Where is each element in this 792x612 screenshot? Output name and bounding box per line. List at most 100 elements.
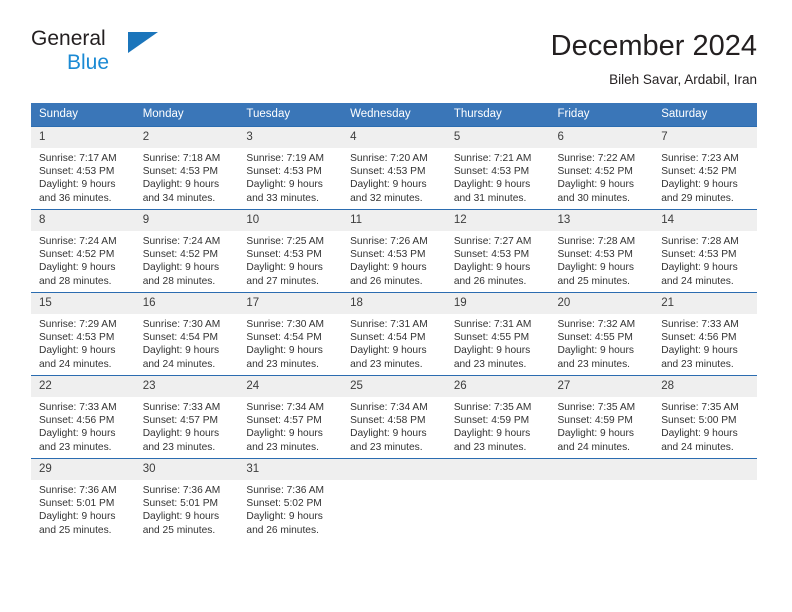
day-cell[interactable]: 5 Sunrise: 7:21 AM Sunset: 4:53 PM Dayli…	[445, 126, 550, 210]
day-number: 27	[549, 376, 654, 397]
day-details: Sunrise: 7:27 AM Sunset: 4:53 PM Dayligh…	[446, 231, 550, 288]
daylight-text-line1: Daylight: 9 hours	[453, 179, 531, 191]
day-cell[interactable]: 14 Sunrise: 7:28 AM Sunset: 4:53 PM Dayl…	[653, 209, 757, 293]
day-details: Sunrise: 7:23 AM Sunset: 4:52 PM Dayligh…	[653, 148, 757, 205]
daylight-text-line2: and 29 minutes.	[661, 192, 734, 204]
day-cell[interactable]: 26 Sunrise: 7:35 AM Sunset: 4:59 PM Dayl…	[445, 375, 550, 459]
sunrise-text: Sunrise: 7:33 AM	[142, 402, 221, 413]
daylight-text-line2: and 30 minutes.	[557, 192, 631, 204]
day-cell[interactable]: 28 Sunrise: 7:35 AM Sunset: 5:00 PM Dayl…	[653, 375, 757, 459]
sunrise-text: Sunrise: 7:23 AM	[661, 153, 739, 164]
day-cell[interactable]: 24 Sunrise: 7:34 AM Sunset: 4:57 PM Dayl…	[238, 375, 343, 459]
sunrise-text: Sunrise: 7:35 AM	[557, 402, 636, 413]
day-number: 25	[342, 376, 446, 397]
day-details: Sunrise: 7:34 AM Sunset: 4:57 PM Dayligh…	[238, 397, 342, 454]
sunset-text: Sunset: 4:59 PM	[557, 415, 633, 427]
day-details: Sunrise: 7:19 AM Sunset: 4:53 PM Dayligh…	[238, 148, 342, 205]
day-cell[interactable]: 27 Sunrise: 7:35 AM Sunset: 4:59 PM Dayl…	[549, 375, 654, 459]
weekday-header-tuesday: Tuesday	[238, 103, 343, 127]
day-details: Sunrise: 7:24 AM Sunset: 4:52 PM Dayligh…	[135, 231, 239, 288]
sunrise-sunset-calendar: Sunday Monday Tuesday Wednesday Thursday…	[31, 103, 757, 542]
day-details	[446, 480, 550, 484]
daylight-text-line1: Daylight: 9 hours	[246, 428, 323, 440]
day-cell-empty	[549, 458, 654, 542]
calendar-week-row: 15 Sunrise: 7:29 AM Sunset: 4:53 PM Dayl…	[31, 292, 757, 376]
day-number: 10	[238, 210, 343, 231]
sunset-text: Sunset: 5:02 PM	[246, 498, 322, 510]
day-details: Sunrise: 7:22 AM Sunset: 4:52 PM Dayligh…	[550, 148, 654, 205]
day-cell[interactable]: 9 Sunrise: 7:24 AM Sunset: 4:52 PM Dayli…	[134, 209, 239, 293]
day-cell[interactable]: 1 Sunrise: 7:17 AM Sunset: 4:53 PM Dayli…	[31, 126, 135, 210]
day-cell[interactable]: 19 Sunrise: 7:31 AM Sunset: 4:55 PM Dayl…	[445, 292, 550, 376]
day-cell[interactable]: 29 Sunrise: 7:36 AM Sunset: 5:01 PM Dayl…	[31, 458, 135, 542]
sunset-text: Sunset: 4:54 PM	[350, 332, 426, 344]
daylight-text-line1: Daylight: 9 hours	[350, 179, 427, 191]
day-cell[interactable]: 21 Sunrise: 7:33 AM Sunset: 4:56 PM Dayl…	[653, 292, 757, 376]
day-cell[interactable]: 30 Sunrise: 7:36 AM Sunset: 5:01 PM Dayl…	[134, 458, 239, 542]
general-blue-logo[interactable]: General Blue	[31, 26, 161, 78]
day-details: Sunrise: 7:34 AM Sunset: 4:58 PM Dayligh…	[342, 397, 446, 454]
day-cell[interactable]: 15 Sunrise: 7:29 AM Sunset: 4:53 PM Dayl…	[31, 292, 135, 376]
daylight-text-line2: and 23 minutes.	[246, 441, 319, 453]
sunrise-text: Sunrise: 7:17 AM	[39, 153, 117, 164]
day-cell[interactable]: 11 Sunrise: 7:26 AM Sunset: 4:53 PM Dayl…	[342, 209, 446, 293]
daylight-text-line1: Daylight: 9 hours	[557, 428, 634, 440]
sunset-text: Sunset: 4:57 PM	[246, 415, 322, 427]
day-details: Sunrise: 7:30 AM Sunset: 4:54 PM Dayligh…	[135, 314, 239, 371]
sunset-text: Sunset: 4:53 PM	[453, 249, 530, 261]
day-cell[interactable]: 16 Sunrise: 7:30 AM Sunset: 4:54 PM Dayl…	[134, 292, 239, 376]
daylight-text-line1: Daylight: 9 hours	[142, 262, 220, 274]
day-cell[interactable]: 13 Sunrise: 7:28 AM Sunset: 4:53 PM Dayl…	[549, 209, 654, 293]
title-block: December 2024 Bileh Savar, Ardabil, Iran	[551, 26, 757, 90]
sunset-text: Sunset: 5:01 PM	[142, 498, 219, 510]
daylight-text-line2: and 27 minutes.	[246, 275, 319, 287]
day-number: 2	[134, 127, 239, 148]
daylight-text-line2: and 23 minutes.	[350, 358, 423, 370]
daylight-text-line1: Daylight: 9 hours	[350, 345, 427, 357]
daylight-text-line1: Daylight: 9 hours	[661, 428, 738, 440]
day-cell[interactable]: 18 Sunrise: 7:31 AM Sunset: 4:54 PM Dayl…	[342, 292, 446, 376]
day-cell[interactable]: 4 Sunrise: 7:20 AM Sunset: 4:53 PM Dayli…	[342, 126, 446, 210]
daylight-text-line2: and 23 minutes.	[246, 358, 319, 370]
day-cell[interactable]: 3 Sunrise: 7:19 AM Sunset: 4:53 PM Dayli…	[238, 126, 343, 210]
day-cell[interactable]: 7 Sunrise: 7:23 AM Sunset: 4:52 PM Dayli…	[653, 126, 757, 210]
logo-text-blue: Blue	[67, 51, 110, 74]
daylight-text-line2: and 34 minutes.	[142, 192, 216, 204]
daylight-text-line1: Daylight: 9 hours	[557, 179, 634, 191]
day-number: 13	[549, 210, 654, 231]
sunset-text: Sunset: 4:52 PM	[142, 249, 219, 261]
day-details: Sunrise: 7:30 AM Sunset: 4:54 PM Dayligh…	[238, 314, 342, 371]
daylight-text-line1: Daylight: 9 hours	[142, 179, 220, 191]
daylight-text-line1: Daylight: 9 hours	[39, 511, 116, 523]
daylight-text-line1: Daylight: 9 hours	[453, 428, 531, 440]
daylight-text-line2: and 24 minutes.	[661, 441, 734, 453]
daylight-text-line1: Daylight: 9 hours	[39, 428, 116, 440]
day-cell[interactable]: 31 Sunrise: 7:36 AM Sunset: 5:02 PM Dayl…	[238, 458, 343, 542]
day-cell[interactable]: 22 Sunrise: 7:33 AM Sunset: 4:56 PM Dayl…	[31, 375, 135, 459]
day-cell[interactable]: 20 Sunrise: 7:32 AM Sunset: 4:55 PM Dayl…	[549, 292, 654, 376]
sunset-text: Sunset: 4:53 PM	[350, 166, 426, 178]
sunrise-text: Sunrise: 7:21 AM	[453, 153, 532, 164]
sunrise-text: Sunrise: 7:30 AM	[142, 319, 221, 330]
daylight-text-line2: and 25 minutes.	[142, 524, 216, 536]
daylight-text-line1: Daylight: 9 hours	[246, 345, 323, 357]
day-cell[interactable]: 6 Sunrise: 7:22 AM Sunset: 4:52 PM Dayli…	[549, 126, 654, 210]
day-cell[interactable]: 10 Sunrise: 7:25 AM Sunset: 4:53 PM Dayl…	[238, 209, 343, 293]
day-cell[interactable]: 2 Sunrise: 7:18 AM Sunset: 4:53 PM Dayli…	[134, 126, 239, 210]
sunset-text: Sunset: 4:53 PM	[661, 249, 737, 261]
day-number: 22	[31, 376, 135, 397]
sunrise-text: Sunrise: 7:33 AM	[661, 319, 739, 330]
day-cell[interactable]: 8 Sunrise: 7:24 AM Sunset: 4:52 PM Dayli…	[31, 209, 135, 293]
day-cell[interactable]: 25 Sunrise: 7:34 AM Sunset: 4:58 PM Dayl…	[342, 375, 446, 459]
day-number	[653, 459, 757, 480]
day-details	[550, 480, 654, 484]
day-cell[interactable]: 17 Sunrise: 7:30 AM Sunset: 4:54 PM Dayl…	[238, 292, 343, 376]
day-details: Sunrise: 7:25 AM Sunset: 4:53 PM Dayligh…	[238, 231, 342, 288]
day-cell[interactable]: 23 Sunrise: 7:33 AM Sunset: 4:57 PM Dayl…	[134, 375, 239, 459]
day-cell[interactable]: 12 Sunrise: 7:27 AM Sunset: 4:53 PM Dayl…	[445, 209, 550, 293]
day-details: Sunrise: 7:29 AM Sunset: 4:53 PM Dayligh…	[31, 314, 135, 371]
sunset-text: Sunset: 5:00 PM	[661, 415, 737, 427]
logo-text-general: General	[31, 27, 106, 50]
daylight-text-line2: and 25 minutes.	[39, 524, 112, 536]
day-details: Sunrise: 7:33 AM Sunset: 4:57 PM Dayligh…	[135, 397, 239, 454]
